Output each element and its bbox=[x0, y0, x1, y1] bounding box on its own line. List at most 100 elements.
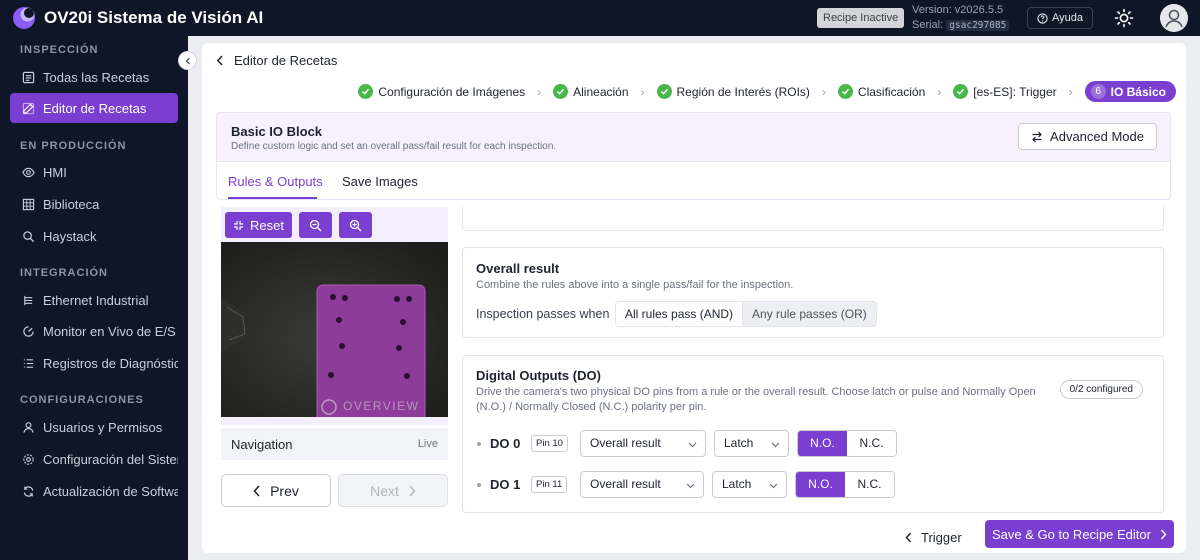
step-label: Alineación bbox=[573, 84, 629, 99]
step-roi[interactable]: Región de Interés (ROIs) bbox=[656, 84, 810, 99]
polarity-nc[interactable]: N.C. bbox=[845, 472, 894, 497]
step-trigger[interactable]: [es-ES]: Trigger bbox=[953, 84, 1057, 99]
back-to-trigger-button[interactable]: Trigger bbox=[905, 530, 962, 545]
prev-button[interactable]: Prev bbox=[221, 474, 331, 507]
image-viewer: Reset OVERVIEW bbox=[221, 207, 448, 425]
theme-toggle-sun-icon[interactable] bbox=[1114, 8, 1134, 28]
save-and-go-button[interactable]: Save & Go to Recipe Editor bbox=[985, 520, 1174, 548]
step-navigation: Configuración de Imágenes › Alineación ›… bbox=[358, 81, 1176, 102]
overall-result-title: Overall result bbox=[476, 261, 560, 276]
step-basic-io[interactable]: 6 IO Básico bbox=[1084, 81, 1176, 102]
overall-result-subtitle: Combine the rules above into a single pa… bbox=[476, 279, 794, 291]
eye-icon bbox=[22, 167, 35, 177]
sidebar-item-io-monitor[interactable]: Monitor en Vivo de E/S bbox=[10, 316, 178, 346]
check-icon bbox=[358, 84, 374, 99]
user-avatar[interactable] bbox=[1160, 4, 1188, 32]
option-all-rules-pass[interactable]: All rules pass (AND) bbox=[616, 302, 744, 326]
step-label: IO Básico bbox=[1110, 84, 1166, 99]
step-label: Configuración de Imágenes bbox=[378, 84, 526, 99]
chevron-down-icon bbox=[686, 483, 695, 489]
editor-card: Editor de Recetas Configuración de Imáge… bbox=[202, 43, 1186, 553]
sidebar-section-title: EN PRODUCCIÓN bbox=[20, 140, 127, 152]
advanced-mode-button[interactable]: Advanced Mode bbox=[1018, 123, 1157, 150]
sidebar-item-industrial-ethernet[interactable]: Ethernet Industrial bbox=[10, 285, 178, 315]
top-bar: OV20i Sistema de Visión AI Recipe Inacti… bbox=[0, 0, 1200, 36]
camera-feed[interactable]: OVERVIEW bbox=[221, 242, 448, 417]
step-label: [es-ES]: Trigger bbox=[973, 84, 1057, 99]
block-title: Basic IO Block bbox=[231, 124, 323, 139]
chevron-down-icon bbox=[688, 442, 697, 448]
source-select-value: Overall result bbox=[590, 436, 661, 450]
app-title: OV20i Sistema de Visión AI bbox=[44, 8, 264, 27]
mode-select[interactable]: Latch bbox=[712, 471, 787, 498]
sidebar-item-diagnostics[interactable]: Registros de Diagnóstico bbox=[10, 348, 178, 378]
digital-outputs-title: Digital Outputs (DO) bbox=[476, 368, 601, 383]
sidebar-item-recipe-editor[interactable]: Editor de Recetas bbox=[10, 93, 178, 123]
next-button[interactable]: Next bbox=[338, 474, 448, 507]
bullet bbox=[477, 483, 481, 487]
chevron-down-icon bbox=[771, 442, 780, 448]
gauge-icon bbox=[23, 325, 34, 337]
help-button[interactable]: Ayuda bbox=[1027, 7, 1093, 29]
zoom-out-button[interactable] bbox=[299, 212, 332, 238]
live-label: Live bbox=[417, 438, 438, 450]
source-select[interactable]: Overall result bbox=[580, 471, 704, 498]
log-icon bbox=[23, 358, 34, 368]
sidebar-item-all-recipes[interactable]: Todas las Recetas bbox=[10, 62, 178, 92]
zoom-in-button[interactable] bbox=[339, 212, 372, 238]
pin-badge: Pin 10 bbox=[531, 435, 568, 452]
sidebar-item-label: Todas las Recetas bbox=[43, 69, 150, 85]
back-trigger-label: Trigger bbox=[921, 530, 962, 545]
mode-select-value: Latch bbox=[722, 477, 752, 491]
pin-badge: Pin 11 bbox=[531, 476, 568, 493]
sidebar-item-users[interactable]: Usuarios y Permisos bbox=[10, 412, 178, 442]
sidebar-item-label: Editor de Recetas bbox=[43, 100, 147, 116]
recipe-status-badge: Recipe Inactive bbox=[817, 8, 905, 28]
swap-icon bbox=[1032, 131, 1042, 142]
network-icon bbox=[24, 295, 33, 305]
navigation-bar: Navigation Live bbox=[221, 428, 448, 460]
tab-save-images[interactable]: Save Images bbox=[342, 174, 418, 189]
chevron-right-icon: › bbox=[640, 84, 645, 99]
sidebar-item-system-settings[interactable]: Configuración del Sistema bbox=[10, 444, 178, 474]
option-any-rule-passes[interactable]: Any rule passes (OR) bbox=[743, 302, 876, 326]
list-icon bbox=[22, 71, 35, 83]
step-label: Clasificación bbox=[857, 84, 926, 99]
source-select[interactable]: Overall result bbox=[580, 430, 706, 457]
passes-when-label: Inspection passes when bbox=[476, 307, 610, 321]
sidebar-item-library[interactable]: Biblioteca bbox=[10, 189, 178, 219]
gear-icon bbox=[23, 453, 34, 465]
sidebar-collapse-button[interactable] bbox=[178, 51, 197, 70]
rules-panel-bottom bbox=[462, 205, 1164, 231]
polarity-nc[interactable]: N.C. bbox=[847, 431, 896, 456]
step-image-config[interactable]: Configuración de Imágenes bbox=[358, 84, 525, 99]
configured-count-badge: 0/2 configured bbox=[1059, 380, 1143, 399]
do-row: DO 0 Pin 10 Overall result Latch N.O. N.… bbox=[476, 430, 1156, 457]
step-alignment[interactable]: Alineación bbox=[553, 84, 629, 99]
sidebar-item-label: HMI bbox=[43, 164, 67, 180]
chevron-right-icon: › bbox=[537, 84, 542, 99]
chevron-right-icon: › bbox=[1068, 84, 1073, 99]
step-number: 6 bbox=[1090, 84, 1106, 99]
sidebar-item-label: Usuarios y Permisos bbox=[43, 419, 163, 435]
chevron-left-icon bbox=[216, 55, 223, 66]
polarity-no[interactable]: N.O. bbox=[798, 431, 847, 456]
grid-icon bbox=[22, 198, 35, 210]
back-to-recipe-editor-link[interactable]: Editor de Recetas bbox=[216, 53, 337, 68]
check-icon bbox=[837, 84, 853, 99]
polarity-toggle: N.O. N.C. bbox=[795, 471, 895, 498]
sidebar-item-hmi[interactable]: HMI bbox=[10, 157, 178, 187]
zoom-out-icon bbox=[309, 219, 322, 231]
sidebar-section-title: CONFIGURACIONES bbox=[20, 394, 144, 406]
sidebar-item-software-update[interactable]: Actualización de Software bbox=[10, 476, 178, 506]
save-label: Save & Go to Recipe Editor bbox=[992, 526, 1151, 542]
tab-rules-outputs[interactable]: Rules & Outputs bbox=[228, 174, 323, 189]
reset-zoom-button[interactable]: Reset bbox=[225, 212, 292, 238]
mode-select-value: Latch bbox=[724, 436, 754, 450]
mode-select[interactable]: Latch bbox=[714, 430, 789, 457]
source-select-value: Overall result bbox=[590, 477, 661, 491]
step-classification[interactable]: Clasificación bbox=[837, 84, 926, 99]
sidebar-item-haystack[interactable]: Haystack bbox=[10, 221, 178, 251]
active-tab-indicator bbox=[228, 197, 317, 199]
polarity-no[interactable]: N.O. bbox=[796, 472, 845, 497]
